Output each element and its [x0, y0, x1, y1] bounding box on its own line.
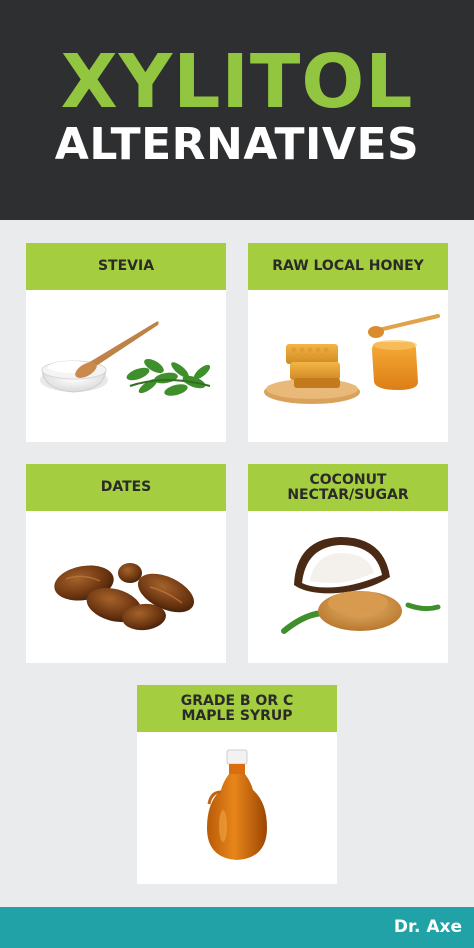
card-stevia: STEVIA	[26, 243, 226, 442]
brand-logo[interactable]: Dr. Axe	[394, 907, 462, 948]
page-subtitle: ALTERNATIVES	[54, 119, 420, 170]
card-label-coconut: COCONUT NECTAR/SUGAR	[248, 464, 448, 511]
header-banner: XYLITOL ALTERNATIVES	[0, 0, 474, 220]
card-dates: DATES	[26, 464, 226, 663]
dates-image	[26, 511, 226, 663]
card-maple: GRADE B OR C MAPLE SYRUP	[137, 685, 337, 884]
card-coconut: COCONUT NECTAR/SUGAR	[248, 464, 448, 663]
page-title: XYLITOL	[60, 39, 414, 125]
coconut-image	[248, 511, 448, 663]
card-label-dates: DATES	[26, 464, 226, 511]
footer-bar: Dr. Axe	[0, 907, 474, 948]
card-label-stevia: STEVIA	[26, 243, 226, 290]
card-label-honey: RAW LOCAL HONEY	[248, 243, 448, 290]
honey-image	[248, 290, 448, 442]
card-label-maple: GRADE B OR C MAPLE SYRUP	[137, 685, 337, 732]
card-honey: RAW LOCAL HONEY	[248, 243, 448, 442]
maple-syrup-image	[137, 732, 337, 884]
stevia-image	[26, 290, 226, 442]
